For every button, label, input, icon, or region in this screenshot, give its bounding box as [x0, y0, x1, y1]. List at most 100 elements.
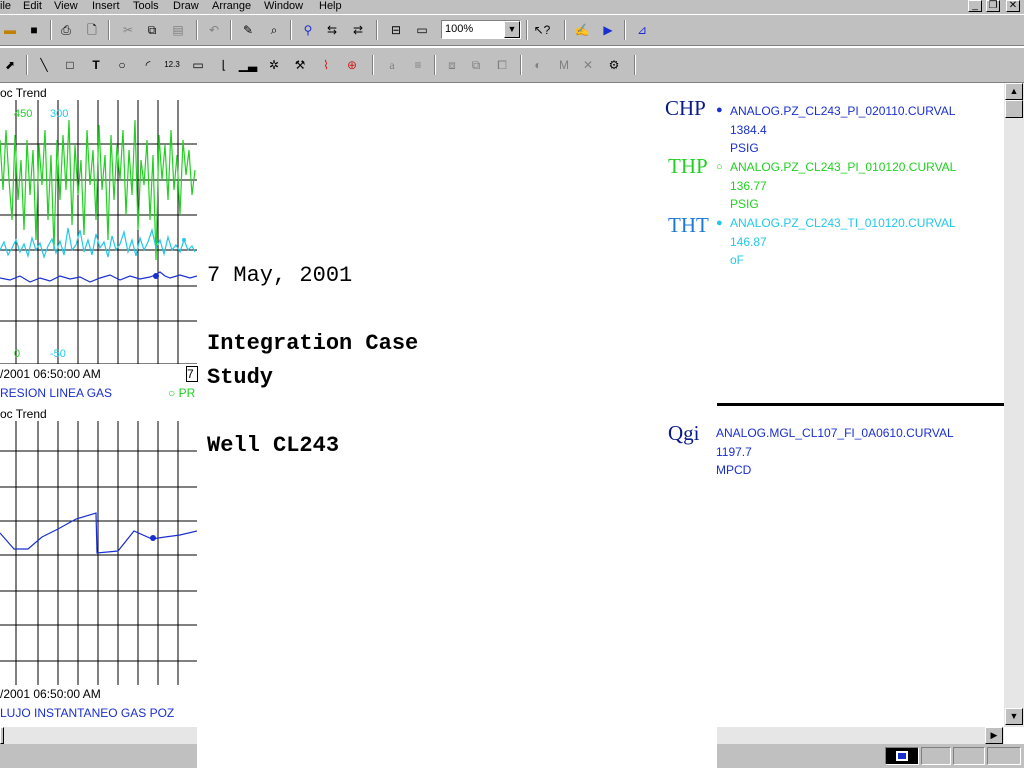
- delete-icon[interactable]: ✕: [578, 55, 598, 75]
- tht-unit: oF: [730, 253, 745, 268]
- target-tool-icon[interactable]: ⊕: [342, 55, 362, 75]
- toolbar-separator: [624, 20, 626, 40]
- find-icon[interactable]: ⌕: [264, 20, 284, 40]
- restore-button[interactable]: ❐: [986, 0, 1000, 12]
- standard-toolbar: ▬ ■ ⎙ 🗋 ✂ ⧉ ▤ ↶ ✎ ⌕ ⚲ ⇆ ⇄ ⊟ ▭ 100% ▼ ↖? …: [0, 14, 1024, 46]
- cut-icon[interactable]: ✂: [118, 20, 138, 40]
- bottom-trend-chart[interactable]: oc Trend /2001 06:50:00 AM LUJO INSTANTA…: [0, 407, 197, 723]
- report-well: Well CL243: [207, 433, 340, 458]
- toolbar-separator: [108, 20, 110, 40]
- horizontal-scrollbar-left[interactable]: [0, 727, 197, 744]
- button-tool-icon[interactable]: ▭: [188, 55, 208, 75]
- tools-icon[interactable]: ⚒: [290, 55, 310, 75]
- menu-arrange[interactable]: Arrange: [212, 0, 251, 13]
- unlink-icon[interactable]: ⇄: [348, 20, 368, 40]
- chevron-down-icon[interactable]: ▼: [504, 21, 520, 38]
- chp-unit: PSIG: [730, 141, 759, 156]
- top-trend-chart[interactable]: oc Trend 450 300 0 -50 /2001 06:50:00 AM…: [0, 86, 198, 404]
- qgi-label: Qgi: [668, 421, 700, 445]
- save-icon[interactable]: ■: [24, 20, 44, 40]
- tht-marker: ●: [716, 217, 723, 229]
- trend-tag-blue: LUJO INSTANTANEO GAS POZ: [0, 706, 175, 720]
- polyline-tool-icon[interactable]: ⌊: [214, 55, 234, 75]
- undo-icon[interactable]: ↶: [204, 20, 224, 40]
- menu-draw[interactable]: Draw: [173, 0, 199, 13]
- toolbar-separator: [376, 20, 378, 40]
- macro-icon[interactable]: M: [554, 55, 574, 75]
- menu-help[interactable]: Help: [319, 0, 342, 13]
- query-icon[interactable]: ⚲: [298, 20, 318, 40]
- line-style-icon[interactable]: ≡: [408, 55, 428, 75]
- toolbar-separator: [634, 55, 636, 75]
- bring-front-icon[interactable]: ⧠: [492, 55, 512, 75]
- menu-file[interactable]: ile: [0, 0, 11, 13]
- status-cell: [921, 747, 951, 765]
- thp-marker: ○: [716, 161, 723, 173]
- select-pointer-icon[interactable]: ⬈: [0, 55, 20, 75]
- scroll-right-arrow-icon[interactable]: ▶: [985, 727, 1003, 744]
- copy-icon[interactable]: ⧉: [142, 20, 162, 40]
- status-mode-indicator: [885, 747, 919, 765]
- open-folder-icon[interactable]: ▬: [0, 20, 20, 40]
- bar-chart-tool-icon[interactable]: ▁▃: [238, 55, 258, 75]
- drawing-canvas[interactable]: oc Trend 450 300 0 -50 /2001 06:50:00 AM…: [0, 83, 1004, 727]
- toolbar-separator: [230, 20, 232, 40]
- symbol-tool-icon[interactable]: ✲: [264, 55, 284, 75]
- rectangle-tool-icon[interactable]: □: [60, 55, 80, 75]
- status-cell: [987, 747, 1021, 765]
- toolbar-separator: [434, 55, 436, 75]
- numeric-display-tool[interactable]: 12.3: [162, 55, 182, 75]
- menu-tools[interactable]: Tools: [133, 0, 159, 13]
- trend-tag-green: ○ PR: [168, 386, 196, 400]
- trend-time-box[interactable]: 7: [186, 366, 198, 382]
- window-icon[interactable]: ▭: [412, 20, 432, 40]
- print-preview-icon[interactable]: 🗋: [82, 20, 102, 40]
- thp-unit: PSIG: [730, 197, 759, 212]
- format-painter-icon[interactable]: ✎: [238, 20, 258, 40]
- paste-icon[interactable]: ▤: [168, 20, 188, 40]
- horizontal-scrollbar-right[interactable]: ▶: [717, 727, 1004, 744]
- line-tool-icon[interactable]: ╲: [34, 55, 54, 75]
- report-title-line2: Study: [207, 365, 274, 390]
- toolbar-separator: [520, 55, 522, 75]
- scroll-up-arrow-icon[interactable]: ▲: [1005, 83, 1023, 100]
- toolbar-separator: [26, 55, 28, 75]
- minimize-button[interactable]: _: [968, 0, 982, 12]
- print-icon[interactable]: ⎙: [56, 20, 76, 40]
- menu-bar: ile Edit View Insert Tools Draw Arrange …: [0, 0, 1024, 14]
- link-icon[interactable]: ⇆: [322, 20, 342, 40]
- menu-view[interactable]: View: [54, 0, 78, 13]
- arc-tool-icon[interactable]: ◜: [138, 55, 158, 75]
- toolbar-separator: [290, 20, 292, 40]
- scroll-down-arrow-icon[interactable]: ▼: [1005, 708, 1023, 725]
- scroll-left-arrow-icon[interactable]: [0, 727, 4, 744]
- ellipse-tool-icon[interactable]: ○: [112, 55, 132, 75]
- report-title-line1: Integration Case: [207, 331, 419, 356]
- layout-icon[interactable]: ⊟: [386, 20, 406, 40]
- edit-mode-icon[interactable]: ✍: [572, 20, 592, 40]
- toolbar-separator: [196, 20, 198, 40]
- menu-edit[interactable]: Edit: [23, 0, 42, 13]
- zoom-select[interactable]: 100% ▼: [441, 20, 521, 39]
- thp-label: THP: [668, 154, 708, 178]
- menu-window[interactable]: Window: [264, 0, 303, 13]
- chp-info: ANALOG.PZ_CL243_PI_020110.CURVAL 1384.4 …: [730, 102, 955, 158]
- chp-tag: ANALOG.PZ_CL243_PI_020110.CURVAL: [730, 104, 956, 118]
- text-tool-icon[interactable]: T: [86, 55, 106, 75]
- chart-wizard-icon[interactable]: ⊿: [632, 20, 652, 40]
- trend-title: oc Trend: [0, 86, 47, 100]
- scroll-thumb[interactable]: [1005, 100, 1023, 118]
- animate-icon[interactable]: ◐: [528, 55, 548, 75]
- properties-icon[interactable]: ⚙: [604, 55, 624, 75]
- vertical-scrollbar[interactable]: ▲ ▼: [1004, 83, 1024, 727]
- help-pointer-icon[interactable]: ↖?: [532, 20, 552, 40]
- bottom-trend-plot: [0, 421, 197, 685]
- ungroup-icon[interactable]: ⧉: [466, 55, 486, 75]
- group-icon[interactable]: ⧈: [442, 55, 462, 75]
- menu-insert[interactable]: Insert: [92, 0, 120, 13]
- thp-tag: ANALOG.PZ_CL243_PI_010120.CURVAL: [730, 160, 957, 174]
- close-button[interactable]: ✕: [1006, 0, 1020, 12]
- run-mode-icon[interactable]: ▶: [598, 20, 618, 40]
- trend-tool-icon[interactable]: ⌇: [316, 55, 336, 75]
- font-tool[interactable]: a: [382, 55, 402, 75]
